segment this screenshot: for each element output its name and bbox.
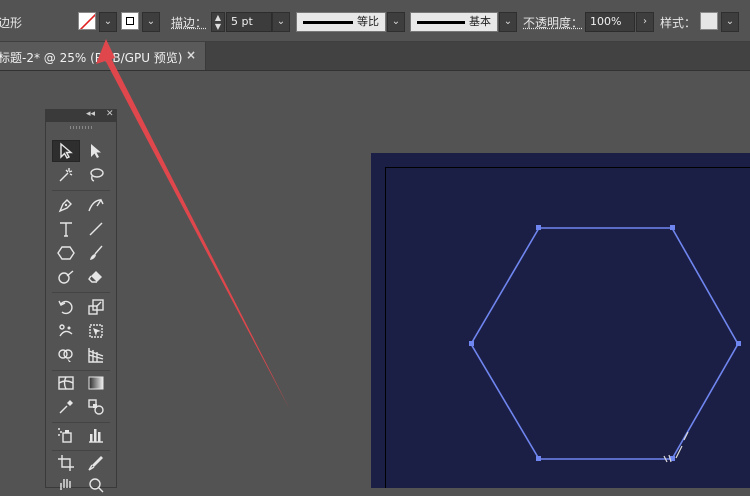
- blend-icon: [88, 399, 104, 415]
- eraser-icon: [88, 271, 102, 283]
- artboard-icon: [58, 455, 74, 471]
- artboard-tool[interactable]: [52, 452, 80, 474]
- zoom-tool[interactable]: [82, 474, 110, 496]
- arrow-filled-icon: [91, 144, 101, 158]
- eyedropper-icon: [59, 400, 73, 414]
- eyedropper-tool[interactable]: [52, 396, 80, 418]
- lasso-icon: [90, 168, 104, 182]
- zoom-icon: [89, 478, 104, 493]
- tools-divider: [52, 450, 110, 451]
- tools-divider: [52, 370, 110, 371]
- direct-selection-tool[interactable]: [82, 140, 110, 162]
- puppet-icon: [59, 324, 73, 337]
- scale-icon: [88, 299, 104, 315]
- type-tool[interactable]: [52, 218, 80, 240]
- shape-builder-icon: [58, 349, 73, 362]
- collapse-icon[interactable]: ◂◂: [86, 109, 95, 119]
- slice-tool[interactable]: [82, 452, 110, 474]
- puppet-warp-tool[interactable]: [52, 320, 80, 342]
- close-icon[interactable]: ✕: [106, 109, 114, 119]
- brush-icon: [90, 245, 103, 260]
- blend-tool[interactable]: [82, 396, 110, 418]
- shape-builder-tool[interactable]: [52, 344, 80, 366]
- pen-icon: [58, 199, 72, 213]
- anchor-point[interactable]: [536, 225, 541, 230]
- paintbrush-tool[interactable]: [82, 242, 110, 264]
- panel-grip[interactable]: [70, 126, 92, 129]
- column-graph-tool[interactable]: [82, 424, 110, 446]
- scale-tool[interactable]: [82, 296, 110, 318]
- polygon-tool[interactable]: [52, 242, 80, 264]
- curvature-icon: [88, 198, 104, 212]
- line-icon: [89, 222, 103, 236]
- tools-divider: [52, 292, 110, 293]
- free-transform-icon: [89, 324, 103, 338]
- hand-tool[interactable]: [52, 474, 80, 496]
- anchor-point[interactable]: [670, 225, 675, 230]
- rotate-icon: [58, 300, 73, 315]
- tools-divider: [52, 190, 110, 191]
- hexagon-shape[interactable]: [469, 225, 741, 461]
- slice-icon: [88, 456, 103, 471]
- annotation-arrow-shaft: [104, 56, 290, 410]
- sprayer-icon: [58, 428, 72, 443]
- tools-divider: [52, 422, 110, 423]
- curvature-tool[interactable]: [82, 194, 110, 216]
- shaper-icon: [58, 270, 74, 284]
- magic-wand-tool[interactable]: [52, 164, 80, 186]
- symbol-sprayer-tool[interactable]: [52, 424, 80, 446]
- perspective-grid-tool[interactable]: [82, 344, 110, 366]
- type-icon: [60, 222, 72, 237]
- rotate-tool[interactable]: [52, 296, 80, 318]
- anchor-point[interactable]: [536, 456, 541, 461]
- selection-tool[interactable]: [52, 140, 80, 162]
- shaper-tool[interactable]: [52, 266, 80, 288]
- hexagon-icon: [57, 246, 75, 260]
- line-segment-tool[interactable]: [82, 218, 110, 240]
- free-transform-tool[interactable]: [82, 320, 110, 342]
- pen-tool[interactable]: [52, 194, 80, 216]
- lasso-tool[interactable]: [82, 164, 110, 186]
- eraser-tool[interactable]: [82, 266, 110, 288]
- tools-panel-header[interactable]: ◂◂ ✕: [46, 109, 116, 122]
- tools-panel: ◂◂ ✕: [45, 109, 117, 493]
- arrow-outline-icon: [60, 142, 73, 159]
- hand-icon: [60, 479, 71, 490]
- perspective-icon: [88, 348, 104, 363]
- anchor-point[interactable]: [469, 341, 474, 346]
- mesh-tool[interactable]: [52, 372, 80, 394]
- gradient-tool[interactable]: [82, 372, 110, 394]
- gradient-icon: [88, 376, 104, 390]
- graph-icon: [89, 429, 103, 443]
- mesh-icon: [58, 376, 74, 390]
- wand-icon: [59, 168, 73, 182]
- anchor-point[interactable]: [736, 341, 741, 346]
